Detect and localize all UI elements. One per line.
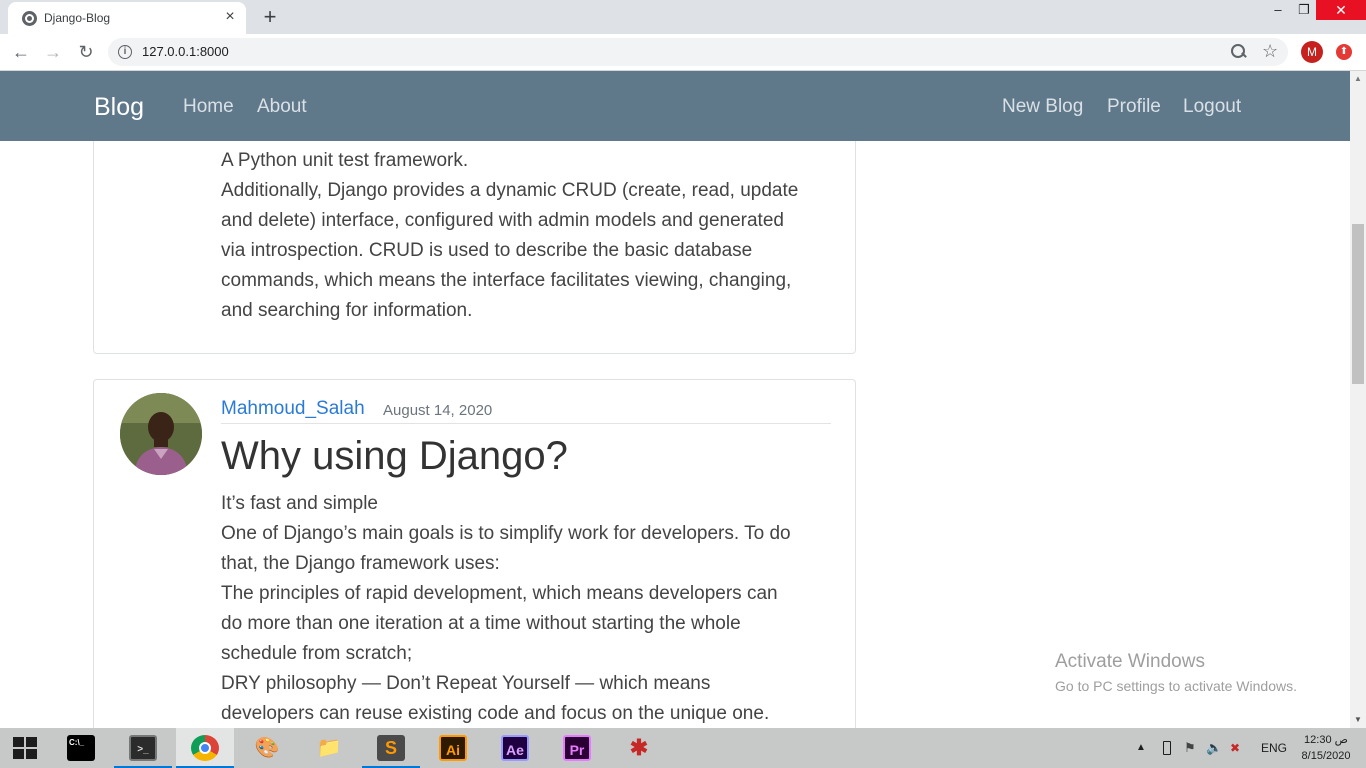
post-line: and delete) interface, configured with a…: [221, 210, 784, 231]
reload-button[interactable]: ↻: [74, 41, 98, 63]
close-tab-icon[interactable]: ×: [222, 9, 238, 25]
premiere-icon: Pr: [563, 735, 591, 761]
taskbar-paint[interactable]: 🎨: [238, 728, 296, 768]
url-text[interactable]: 127.0.0.1:8000: [142, 44, 229, 59]
nav-new-blog-link[interactable]: New Blog: [1002, 96, 1083, 118]
post-line: and searching for information.: [221, 300, 473, 321]
post-line: One of Django’s main goals is to simplif…: [221, 523, 791, 544]
post-title[interactable]: Why using Django?: [221, 434, 568, 479]
bookmark-star-icon[interactable]: ☆: [1262, 41, 1278, 62]
page-content: A Python unit test framework. Additional…: [0, 141, 1350, 728]
post-line: Additionally, Django provides a dynamic …: [221, 180, 799, 201]
scroll-up-arrow-icon[interactable]: ▲: [1350, 71, 1366, 87]
profile-avatar[interactable]: M: [1301, 41, 1323, 63]
author-link[interactable]: Mahmoud_Salah: [221, 398, 365, 420]
author-avatar[interactable]: [120, 393, 202, 475]
network-disconnected-icon[interactable]: ✖: [1230, 741, 1244, 755]
folder-icon: 📁: [316, 737, 342, 759]
spider-app-icon: ✱: [629, 735, 649, 760]
language-indicator[interactable]: ENG: [1261, 728, 1287, 768]
post-line: commands, which means the interface faci…: [221, 270, 792, 291]
taskbar-illustrator[interactable]: Ai: [424, 728, 482, 768]
post-date: August 14, 2020: [383, 402, 493, 419]
windows-logo-icon: [13, 737, 37, 759]
taskbar-premiere[interactable]: Pr: [548, 728, 606, 768]
post-card: Mahmoud_Salah August 14, 2020 Why using …: [93, 379, 856, 728]
post-body: A Python unit test framework. Additional…: [221, 146, 831, 326]
taskbar-chrome[interactable]: [176, 728, 234, 768]
activate-windows-watermark: Activate Windows Go to PC settings to ac…: [1055, 651, 1297, 694]
post-line: that, the Django framework uses:: [221, 553, 500, 574]
sublime-text-icon: S: [377, 735, 405, 761]
nav-about-link[interactable]: About: [257, 96, 307, 118]
nav-logout-link[interactable]: Logout: [1183, 96, 1241, 118]
post-line: It’s fast and simple: [221, 493, 379, 514]
extension-icon[interactable]: ⬆: [1336, 44, 1352, 60]
taskbar-clock[interactable]: 12:30 ص 8/15/2020: [1296, 732, 1356, 764]
nav-profile-link[interactable]: Profile: [1107, 96, 1161, 118]
forward-button[interactable]: →: [41, 41, 65, 63]
browser-toolbar: ← → ↻ i 127.0.0.1:8000 ☆ M ⬆: [0, 34, 1366, 71]
after-effects-icon: Ae: [501, 735, 529, 761]
taskbar-after-effects[interactable]: Ae: [486, 728, 544, 768]
flag-icon[interactable]: ⚑: [1184, 741, 1198, 755]
address-bar[interactable]: i 127.0.0.1:8000 ☆: [108, 38, 1288, 66]
windows-taskbar: C:\_ >_ 🎨 📁 S Ai Ae Pr ✱ ▲ ⚑ 🔈 ✖ ENG 12:…: [0, 728, 1366, 768]
globe-icon: [22, 11, 37, 26]
taskbar-spider-app[interactable]: ✱: [610, 728, 668, 768]
cmd-icon: C:\_: [67, 735, 95, 761]
site-navbar: Blog Home About New Blog Profile Logout: [0, 71, 1350, 141]
nav-home-link[interactable]: Home: [183, 96, 234, 118]
watermark-subtitle: Go to PC settings to activate Windows.: [1055, 678, 1297, 694]
zoom-icon[interactable]: [1230, 43, 1248, 61]
chrome-icon: [191, 735, 219, 761]
scroll-down-arrow-icon[interactable]: ▼: [1350, 712, 1366, 728]
clock-date: 8/15/2020: [1301, 750, 1351, 762]
info-icon[interactable]: i: [118, 45, 132, 59]
post-line: do more than one iteration at a time wit…: [221, 613, 741, 634]
taskbar-cmd[interactable]: C:\_: [52, 728, 110, 768]
post-line: A Python unit test framework.: [221, 150, 469, 171]
minimize-button[interactable]: –: [1264, 0, 1292, 20]
post-line: The principles of rapid development, whi…: [221, 583, 778, 604]
browser-tab[interactable]: Django-Blog ×: [8, 2, 246, 34]
post-line: schedule from scratch;: [221, 643, 413, 664]
terminal-icon: >_: [129, 735, 157, 761]
post-card: A Python unit test framework. Additional…: [93, 141, 856, 354]
start-button[interactable]: [0, 728, 50, 768]
scroll-thumb[interactable]: [1352, 224, 1364, 384]
page-scrollbar[interactable]: ▲ ▼: [1350, 71, 1366, 728]
post-body: It’s fast and simple One of Django’s mai…: [221, 489, 831, 728]
maximize-button[interactable]: ❐: [1290, 0, 1318, 20]
illustrator-icon: Ai: [439, 735, 467, 761]
new-tab-button[interactable]: +: [258, 5, 282, 29]
battery-icon[interactable]: [1163, 741, 1171, 755]
show-hidden-icons-chevron-icon[interactable]: ▲: [1136, 728, 1146, 768]
close-window-button[interactable]: ✕: [1316, 0, 1366, 20]
paint-palette-icon: 🎨: [254, 737, 280, 759]
clock-time: 12:30 ص: [1304, 734, 1348, 746]
post-meta: Mahmoud_Salah August 14, 2020: [221, 398, 831, 424]
taskbar-terminal[interactable]: >_: [114, 728, 172, 768]
post-line: DRY philosophy — Don’t Repeat Yourself —…: [221, 673, 711, 694]
post-line: via introspection. CRUD is used to descr…: [221, 240, 753, 261]
post-line: developers can reuse existing code and f…: [221, 703, 770, 724]
taskbar-sublime[interactable]: S: [362, 728, 420, 768]
volume-icon[interactable]: 🔈: [1206, 741, 1222, 755]
watermark-title: Activate Windows: [1055, 651, 1205, 672]
brand-link[interactable]: Blog: [94, 93, 144, 122]
taskbar-file-explorer[interactable]: 📁: [300, 728, 358, 768]
tab-title: Django-Blog: [44, 11, 111, 25]
browser-tab-strip: Django-Blog × + – ❐ ✕: [0, 0, 1366, 34]
back-button[interactable]: ←: [9, 41, 33, 63]
